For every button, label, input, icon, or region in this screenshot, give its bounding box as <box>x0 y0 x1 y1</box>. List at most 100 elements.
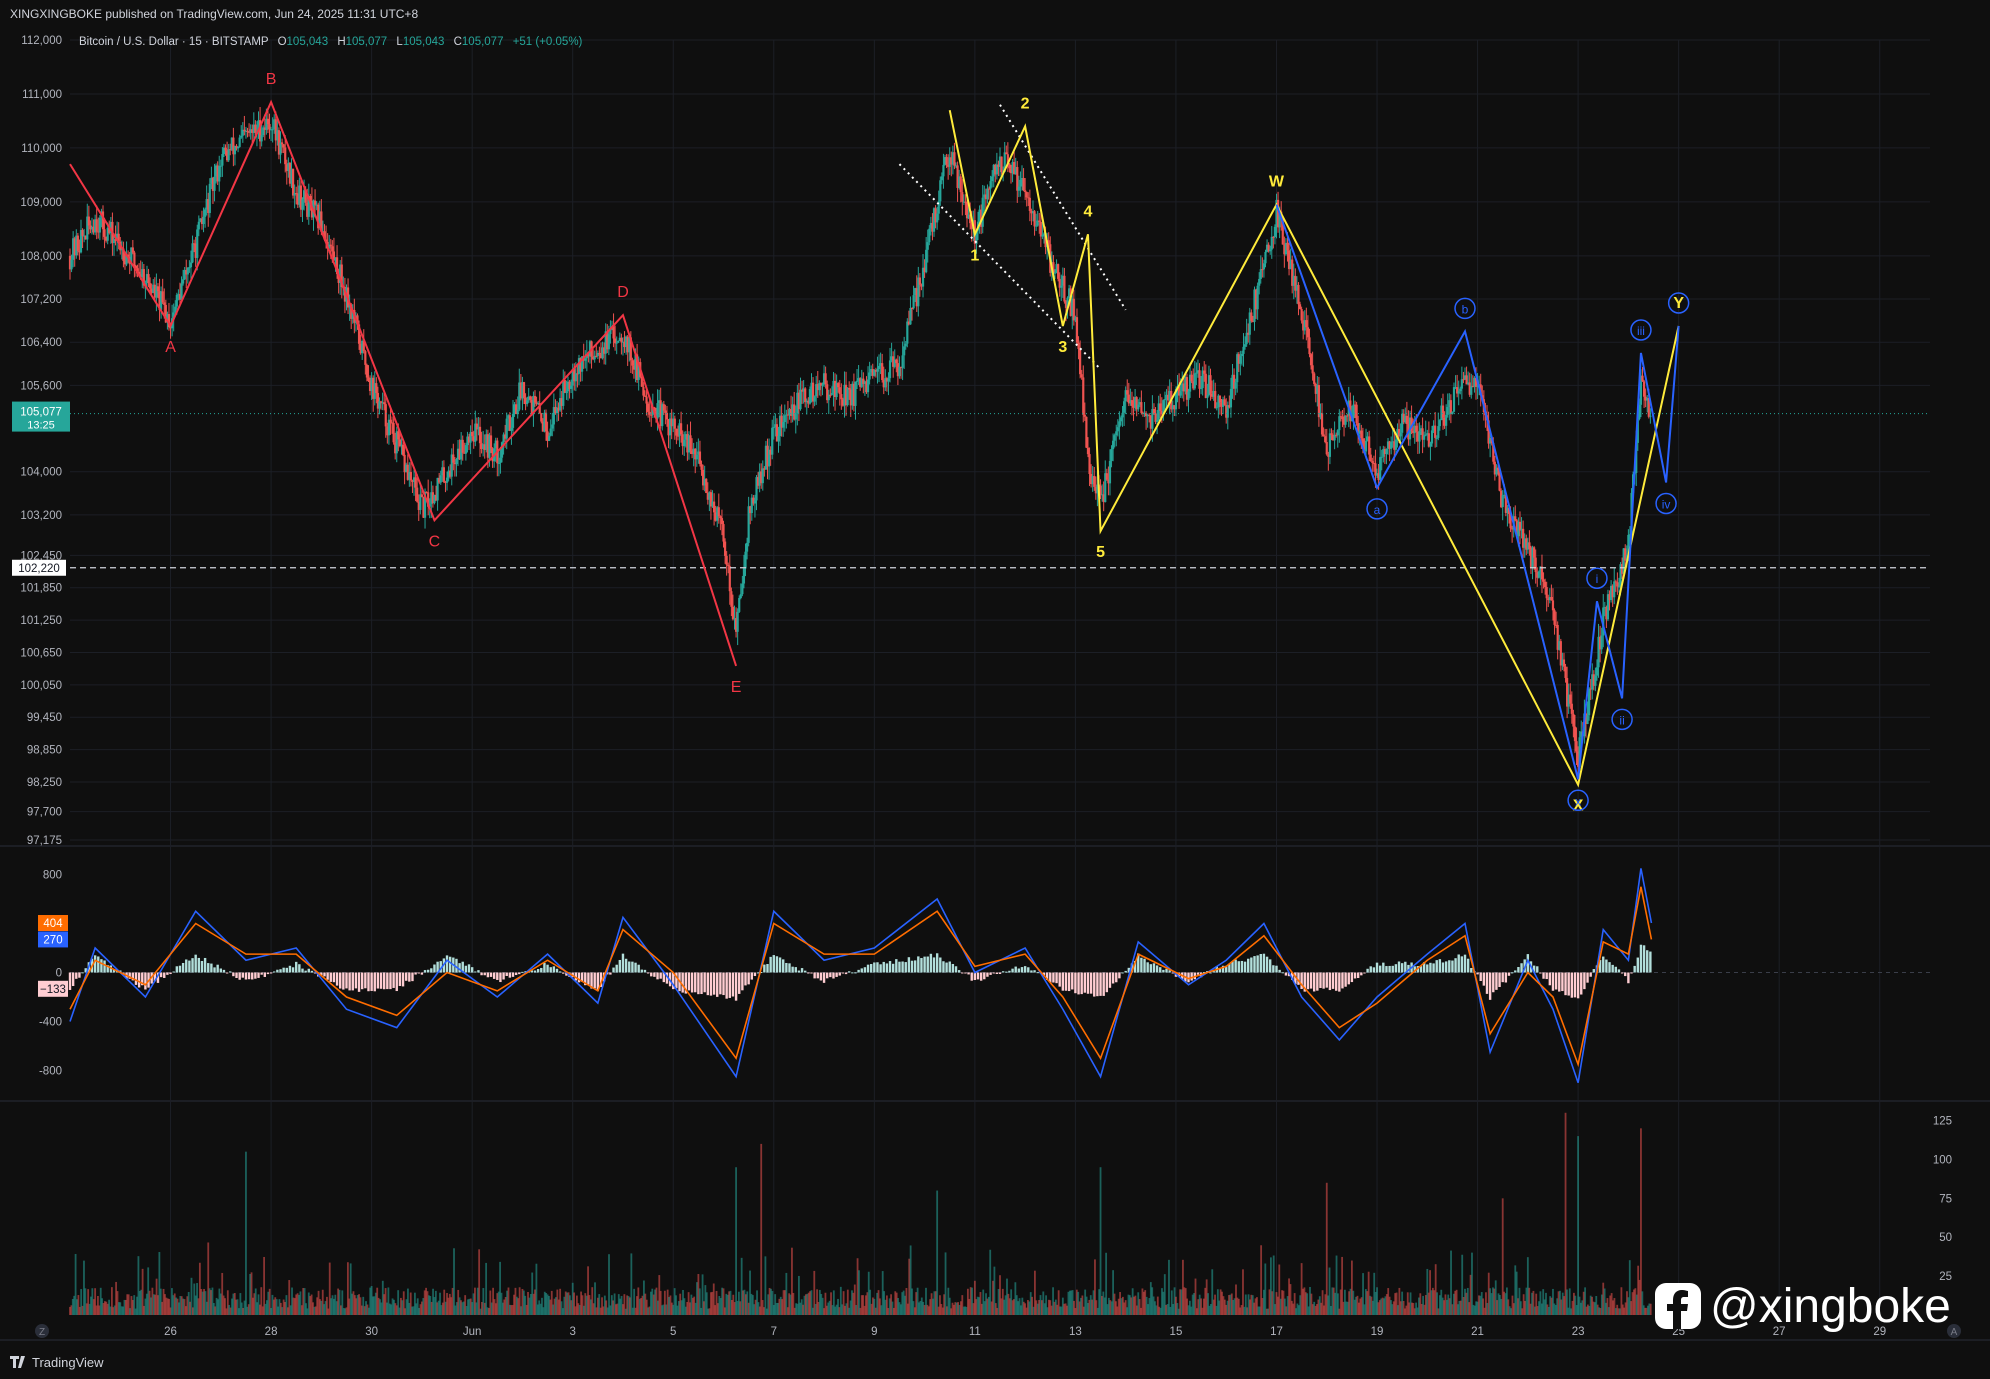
volume-bar <box>630 1253 633 1315</box>
candle-body <box>147 274 150 284</box>
macd-histogram-bar <box>225 972 229 974</box>
macd-histogram-bar <box>276 969 279 973</box>
macd-histogram-bar <box>1259 953 1262 973</box>
macd-histogram-bar <box>1551 972 1555 991</box>
macd-histogram-bar <box>269 972 273 974</box>
macd-histogram-bar <box>1253 956 1256 973</box>
time-tick-label: 11 <box>969 1326 981 1338</box>
candle-body <box>838 387 841 395</box>
candle-body <box>1346 415 1349 417</box>
candle-body <box>551 424 554 429</box>
macd-histogram-bar <box>78 972 81 978</box>
candle-body <box>854 381 857 406</box>
candle-body <box>1053 272 1057 274</box>
candle-body <box>1203 370 1206 374</box>
scale-mode-button[interactable]: Z <box>35 1324 49 1338</box>
macd-histogram-bar <box>1476 972 1479 975</box>
candle-body <box>1234 382 1237 389</box>
macd-histogram-bar <box>93 955 97 973</box>
time-tick-label: 23 <box>1572 1326 1585 1338</box>
macd-histogram-bar <box>386 972 389 990</box>
candle-body <box>1311 365 1314 374</box>
macd-histogram-bar <box>364 972 367 989</box>
macd-histogram-bar <box>71 972 75 987</box>
macd-histogram-bar <box>1589 972 1592 977</box>
candle-body <box>1614 581 1617 583</box>
candle-body <box>821 384 824 386</box>
macd-histogram-bar <box>511 972 515 977</box>
candle-body <box>149 283 152 289</box>
macd-histogram-bar <box>882 961 885 973</box>
candle-body <box>1613 581 1616 598</box>
candle-body <box>848 387 851 390</box>
macd-histogram-bar <box>445 955 449 973</box>
price-tick-label: 103,200 <box>20 510 62 522</box>
price-tick-label: 111,000 <box>22 89 62 101</box>
candle-body <box>499 457 502 463</box>
candle-body <box>389 419 392 423</box>
candle-body <box>489 435 493 449</box>
macd-histogram-bar <box>1165 968 1168 973</box>
auto-scale-button[interactable]: A <box>1947 1324 1961 1338</box>
macd-histogram-bar <box>1586 972 1589 983</box>
candle-body <box>876 369 879 372</box>
candle-body <box>926 242 929 250</box>
candle-body <box>961 192 964 202</box>
candle-body <box>329 244 332 247</box>
candle-body <box>1306 327 1310 338</box>
macd-histogram-bar <box>1240 960 1244 973</box>
macd-histogram-bar <box>426 969 430 973</box>
candle-body <box>928 228 931 243</box>
candle-body <box>1269 249 1272 252</box>
chart-canvas[interactable]: ABCDE12345WXYabxiiiiiiiv 112,000111,0001… <box>0 0 1990 1379</box>
macd-histogram-bar <box>1262 953 1266 973</box>
candle-body <box>1588 688 1591 716</box>
macd-histogram-bar <box>219 968 223 973</box>
candle-body <box>720 518 724 525</box>
candle-body <box>1112 440 1115 450</box>
macd-histogram-bar <box>1278 969 1281 973</box>
volume-bar <box>936 1190 939 1315</box>
macd-histogram-bar <box>775 956 779 973</box>
candle-body <box>548 435 551 441</box>
candle-body <box>81 230 84 236</box>
chart-background <box>0 0 1990 1379</box>
macd-histogram-bar <box>351 972 354 991</box>
candle-body <box>1060 285 1063 288</box>
macd-histogram-bar <box>1479 972 1482 982</box>
macd-histogram-bar <box>1378 965 1382 973</box>
macd-histogram-bar <box>332 972 336 983</box>
macd-histogram-bar <box>1504 972 1508 983</box>
macd-histogram-bar <box>945 962 948 973</box>
macd-histogram-bar <box>766 963 769 973</box>
macd-histogram-bar <box>1089 972 1093 994</box>
macd-histogram-bar <box>687 972 691 991</box>
macd-histogram-bar <box>794 967 797 973</box>
wave-label: i <box>1596 572 1599 586</box>
time-tick-label: 26 <box>164 1326 177 1338</box>
candle-body <box>1452 387 1456 412</box>
candle-body <box>991 176 994 182</box>
macd-histogram-bar <box>1457 954 1460 973</box>
candle-body <box>739 594 742 599</box>
candle-body <box>584 358 587 361</box>
macd-histogram-bar <box>1492 972 1495 993</box>
price-tick-label: 98,250 <box>27 777 62 789</box>
candle-body <box>925 249 928 273</box>
macd-histogram-bar <box>1196 972 1200 975</box>
macd-histogram-bar <box>1146 962 1149 973</box>
macd-histogram-bar <box>175 966 179 973</box>
macd-histogram-bar <box>910 960 914 973</box>
macd-histogram-bar <box>1334 972 1338 991</box>
candle-body <box>904 343 907 347</box>
macd-histogram-bar <box>562 972 565 974</box>
macd-histogram-bar <box>1592 969 1596 973</box>
candle-body <box>1195 372 1198 374</box>
macd-histogram-bar <box>964 972 967 974</box>
candle-body <box>1206 395 1209 398</box>
volume-tick-label: 75 <box>1939 1193 1952 1205</box>
candle-body <box>689 435 692 451</box>
macd-histogram-bar <box>979 972 983 981</box>
watermark-handle: @xingboke <box>1710 1280 1951 1333</box>
macd-histogram-bar <box>973 972 977 981</box>
